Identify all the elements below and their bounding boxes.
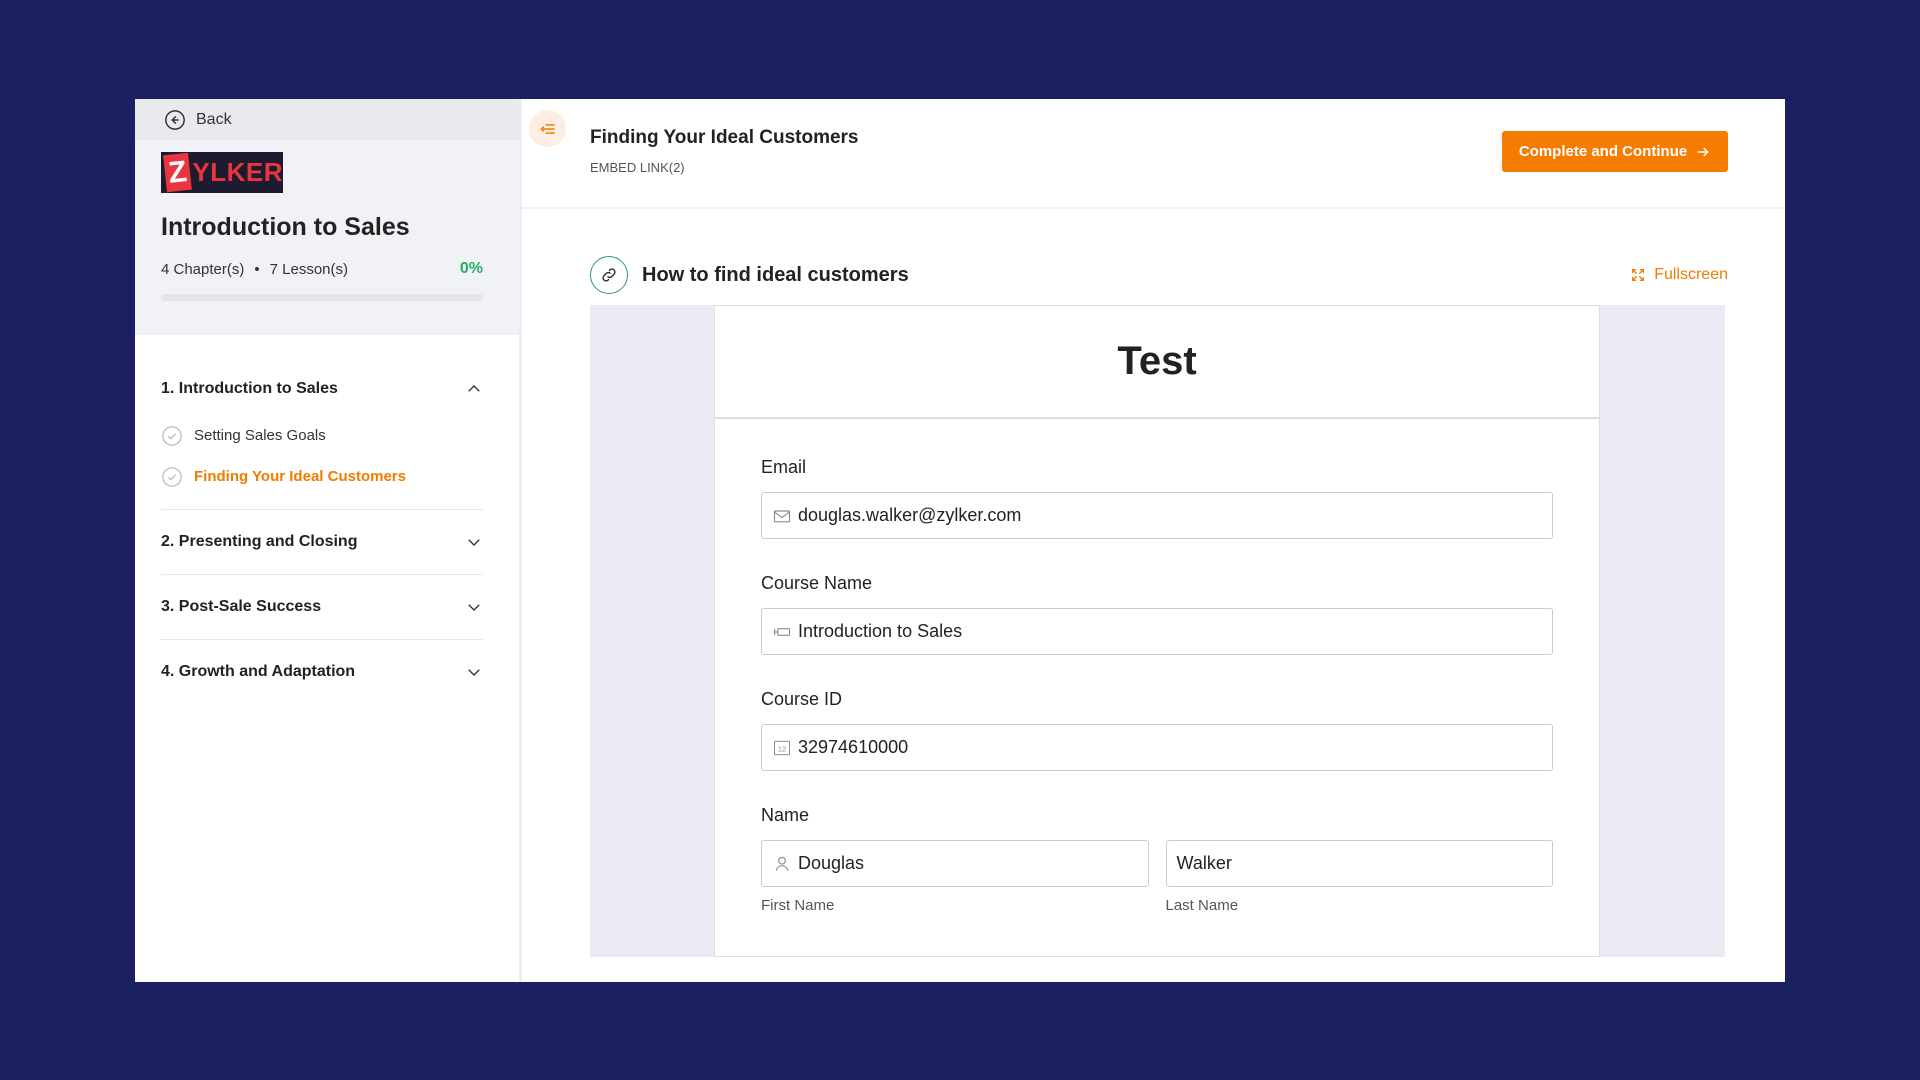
chapter-header-3[interactable]: 3. Post-Sale Success (161, 575, 483, 639)
last-name-sublabel: Last Name (1165, 897, 1239, 914)
course-meta: 4 Chapter(s) • 7 Lesson(s) 0% (161, 260, 483, 278)
last-name-value: Walker (1176, 853, 1232, 873)
embedded-form-frame[interactable]: Test Email douglas.walker@zylker.com Cou… (590, 305, 1725, 957)
number-field-icon: 12 (774, 740, 790, 755)
course-title: Introduction to Sales (161, 213, 410, 241)
back-button[interactable]: Back (135, 99, 519, 140)
fullscreen-label: Fullscreen (1654, 266, 1728, 283)
chapters-count: 4 Chapter(s) (161, 260, 245, 278)
progress-percent: 0% (459, 260, 483, 277)
fullscreen-icon (1632, 269, 1645, 281)
lesson-label: Setting Sales Goals (194, 427, 326, 444)
email-field[interactable]: douglas.walker@zylker.com (761, 492, 1553, 539)
chapter-label: 2. Presenting and Closing (161, 533, 358, 550)
form-card: Test Email douglas.walker@zylker.com Cou… (714, 305, 1600, 957)
chapter-header-2[interactable]: 2. Presenting and Closing (161, 510, 483, 574)
link-icon (590, 256, 628, 294)
chapter-label: 1. Introduction to Sales (161, 380, 338, 397)
svg-text:12: 12 (778, 744, 786, 753)
chapter-list: 1. Introduction to Sales Setting Sales G… (135, 335, 519, 704)
zylker-logo: Z YLKER (161, 152, 283, 193)
chapter-label: 3. Post-Sale Success (161, 598, 322, 615)
chapter-label: 4. Growth and Adaptation (161, 663, 356, 680)
check-circle-icon (162, 466, 182, 487)
progress-bar (161, 294, 483, 301)
complete-button-label: Complete and Continue (1518, 143, 1688, 160)
complete-and-continue-button[interactable]: Complete and Continue (1502, 131, 1728, 172)
chapter-header-1[interactable]: 1. Introduction to Sales (161, 357, 483, 421)
fullscreen-button[interactable]: Fullscreen (1630, 266, 1728, 284)
chevron-down-icon (468, 604, 480, 611)
lesson-item-finding-ideal-customers[interactable]: Finding Your Ideal Customers (161, 456, 483, 497)
back-label: Back (196, 110, 232, 128)
name-field-group: Name Douglas First Name Walker Last Name (761, 805, 1553, 914)
lesson-item-setting-sales-goals[interactable]: Setting Sales Goals (161, 415, 483, 456)
arrow-right-icon (1697, 146, 1709, 157)
first-name-value: Douglas (798, 853, 865, 873)
course-name-value: Introduction to Sales (798, 621, 963, 641)
back-arrow-icon (165, 109, 185, 130)
chapter-item: 2. Presenting and Closing (161, 510, 483, 575)
course-name-field[interactable]: Introduction to Sales (761, 608, 1553, 655)
course-player-window: Back Z YLKER Introduction to Sales 4 Cha… (135, 99, 1785, 982)
chapter-header-4[interactable]: 4. Growth and Adaptation (161, 640, 483, 704)
chevron-down-icon (468, 539, 480, 546)
logo-letter: Z (163, 152, 193, 193)
first-name-field[interactable]: Douglas (761, 840, 1149, 887)
meta-separator: • (254, 260, 260, 278)
check-circle-icon (162, 425, 182, 446)
email-label: Email (761, 457, 807, 477)
lesson-list: Setting Sales Goals Finding Your Ideal C… (161, 415, 483, 509)
user-icon (775, 856, 789, 871)
name-label: Name (761, 805, 810, 825)
course-summary: Back Z YLKER Introduction to Sales 4 Cha… (135, 99, 519, 335)
chapter-item: 1. Introduction to Sales Setting Sales G… (161, 357, 483, 510)
form-title: Test (715, 306, 1599, 419)
lesson-title: Finding Your Ideal Customers (590, 127, 859, 148)
course-id-label: Course ID (761, 689, 843, 709)
chevron-up-icon (468, 385, 480, 392)
form-body: Email douglas.walker@zylker.com Course N… (715, 419, 1599, 914)
course-id-field[interactable]: 12 32974610000 (761, 724, 1553, 771)
lessons-count: 7 Lesson(s) (269, 260, 349, 278)
course-sidebar: Back Z YLKER Introduction to Sales 4 Cha… (135, 99, 522, 982)
last-name-column: Walker Last Name (1165, 840, 1553, 914)
last-name-field[interactable]: Walker (1165, 840, 1553, 887)
embed-header: How to find ideal customers Fullscreen (590, 255, 1728, 295)
mail-icon (773, 509, 791, 522)
logo-text: YLKER (192, 157, 283, 187)
chevron-down-icon (468, 669, 480, 676)
first-name-sublabel: First Name (761, 897, 835, 914)
lesson-label: Finding Your Ideal Customers (194, 468, 406, 485)
course-name-field-group: Course Name Introduction to Sales (761, 573, 1553, 655)
email-value: douglas.walker@zylker.com (798, 505, 1022, 525)
email-field-group: Email douglas.walker@zylker.com (761, 457, 1553, 539)
chapter-item: 3. Post-Sale Success (161, 575, 483, 640)
lesson-header: Finding Your Ideal Customers EMBED LINK(… (522, 99, 1785, 209)
course-id-field-group: Course ID 12 32974610000 (761, 689, 1553, 771)
course-id-value: 32974610000 (798, 737, 909, 757)
name-row: Douglas First Name Walker Last Name (761, 840, 1553, 914)
embed-title: How to find ideal customers (642, 263, 909, 286)
lesson-type-label: EMBED LINK(2) (590, 160, 685, 175)
lesson-content: Finding Your Ideal Customers EMBED LINK(… (522, 99, 1785, 982)
course-name-label: Course Name (761, 573, 873, 593)
first-name-column: Douglas First Name (761, 840, 1149, 914)
text-field-icon (773, 627, 791, 636)
chapter-item: 4. Growth and Adaptation (161, 640, 483, 704)
